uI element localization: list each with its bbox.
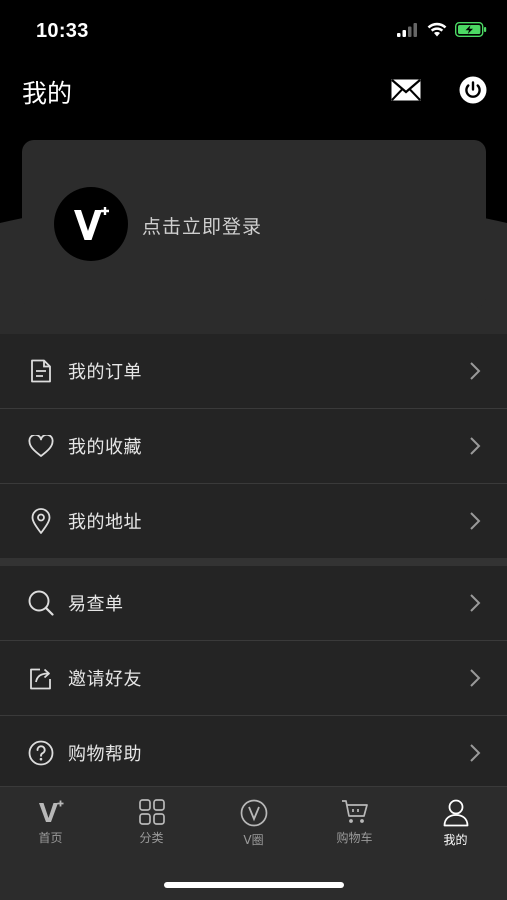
- heart-icon: [28, 433, 54, 459]
- user-icon: [443, 799, 468, 827]
- tab-label: 首页: [38, 831, 63, 845]
- v-circle-icon: [240, 799, 267, 827]
- tab-label: 我的: [443, 833, 468, 847]
- section-divider: [0, 558, 507, 566]
- menu-item-label: 易查单: [68, 594, 124, 615]
- tab-label: 购物车: [336, 831, 373, 845]
- page-title: 我的: [22, 79, 73, 108]
- tab-label: 分类: [139, 831, 164, 845]
- menu-item-label: 购物帮助: [68, 744, 142, 765]
- search-icon: [28, 590, 54, 616]
- menu-item-shopping-help[interactable]: 购物帮助: [0, 716, 507, 790]
- login-card[interactable]: 点击立即登录: [22, 140, 486, 308]
- messages-button[interactable]: [389, 74, 423, 106]
- tab-v-circle[interactable]: V圈: [203, 799, 304, 859]
- menu-group-account: 我的订单 我的收藏 我的地址: [0, 334, 507, 558]
- login-prompt[interactable]: 点击立即登录: [142, 212, 262, 239]
- menu-item-order-lookup[interactable]: 易查单: [0, 566, 507, 641]
- chevron-right-icon: [470, 669, 481, 687]
- power-icon: [459, 76, 487, 104]
- menu-item-label: 我的地址: [68, 512, 142, 533]
- status-bar: 10:33: [0, 0, 507, 60]
- wifi-icon: [427, 22, 447, 37]
- menu-item-favorites[interactable]: 我的收藏: [0, 409, 507, 484]
- battery-charging-icon: [455, 22, 487, 37]
- chevron-right-icon: [470, 744, 481, 762]
- home-indicator[interactable]: [164, 882, 344, 888]
- menu-item-orders[interactable]: 我的订单: [0, 334, 507, 409]
- screen: 10:33 我的 点击立即登录 我的订单 我的收藏 我的地址 易查单 邀请好友 …: [0, 0, 507, 900]
- cart-icon: [341, 800, 368, 823]
- tab-cart[interactable]: 购物车: [304, 799, 405, 859]
- tab-categories[interactable]: 分类: [101, 799, 202, 859]
- power-button[interactable]: [456, 74, 490, 106]
- mail-icon: [391, 79, 421, 101]
- menu-item-label: 我的订单: [68, 362, 142, 383]
- chevron-right-icon: [470, 594, 481, 612]
- menu-item-addresses[interactable]: 我的地址: [0, 484, 507, 558]
- tab-me[interactable]: 我的: [405, 799, 506, 859]
- v-logo-icon: [38, 800, 63, 822]
- location-pin-icon: [28, 508, 54, 534]
- avatar[interactable]: [54, 187, 128, 261]
- v-plus-logo-icon: [74, 207, 109, 240]
- tab-home[interactable]: 首页: [0, 799, 101, 859]
- chevron-right-icon: [470, 512, 481, 530]
- menu-item-label: 我的收藏: [68, 437, 142, 458]
- cellular-signal-icon: [397, 22, 417, 37]
- tab-label: V圈: [243, 833, 264, 847]
- status-time: 10:33: [36, 20, 89, 42]
- menu-item-invite-friends[interactable]: 邀请好友: [0, 641, 507, 716]
- help-icon: [28, 740, 54, 766]
- chevron-right-icon: [470, 437, 481, 455]
- chevron-right-icon: [470, 362, 481, 380]
- system-icons: [397, 22, 487, 37]
- menu-item-label: 邀请好友: [68, 669, 142, 690]
- grid-icon: [138, 799, 165, 825]
- document-icon: [28, 358, 54, 384]
- menu-group-services: 易查单 邀请好友 购物帮助: [0, 566, 507, 790]
- share-icon: [28, 665, 54, 691]
